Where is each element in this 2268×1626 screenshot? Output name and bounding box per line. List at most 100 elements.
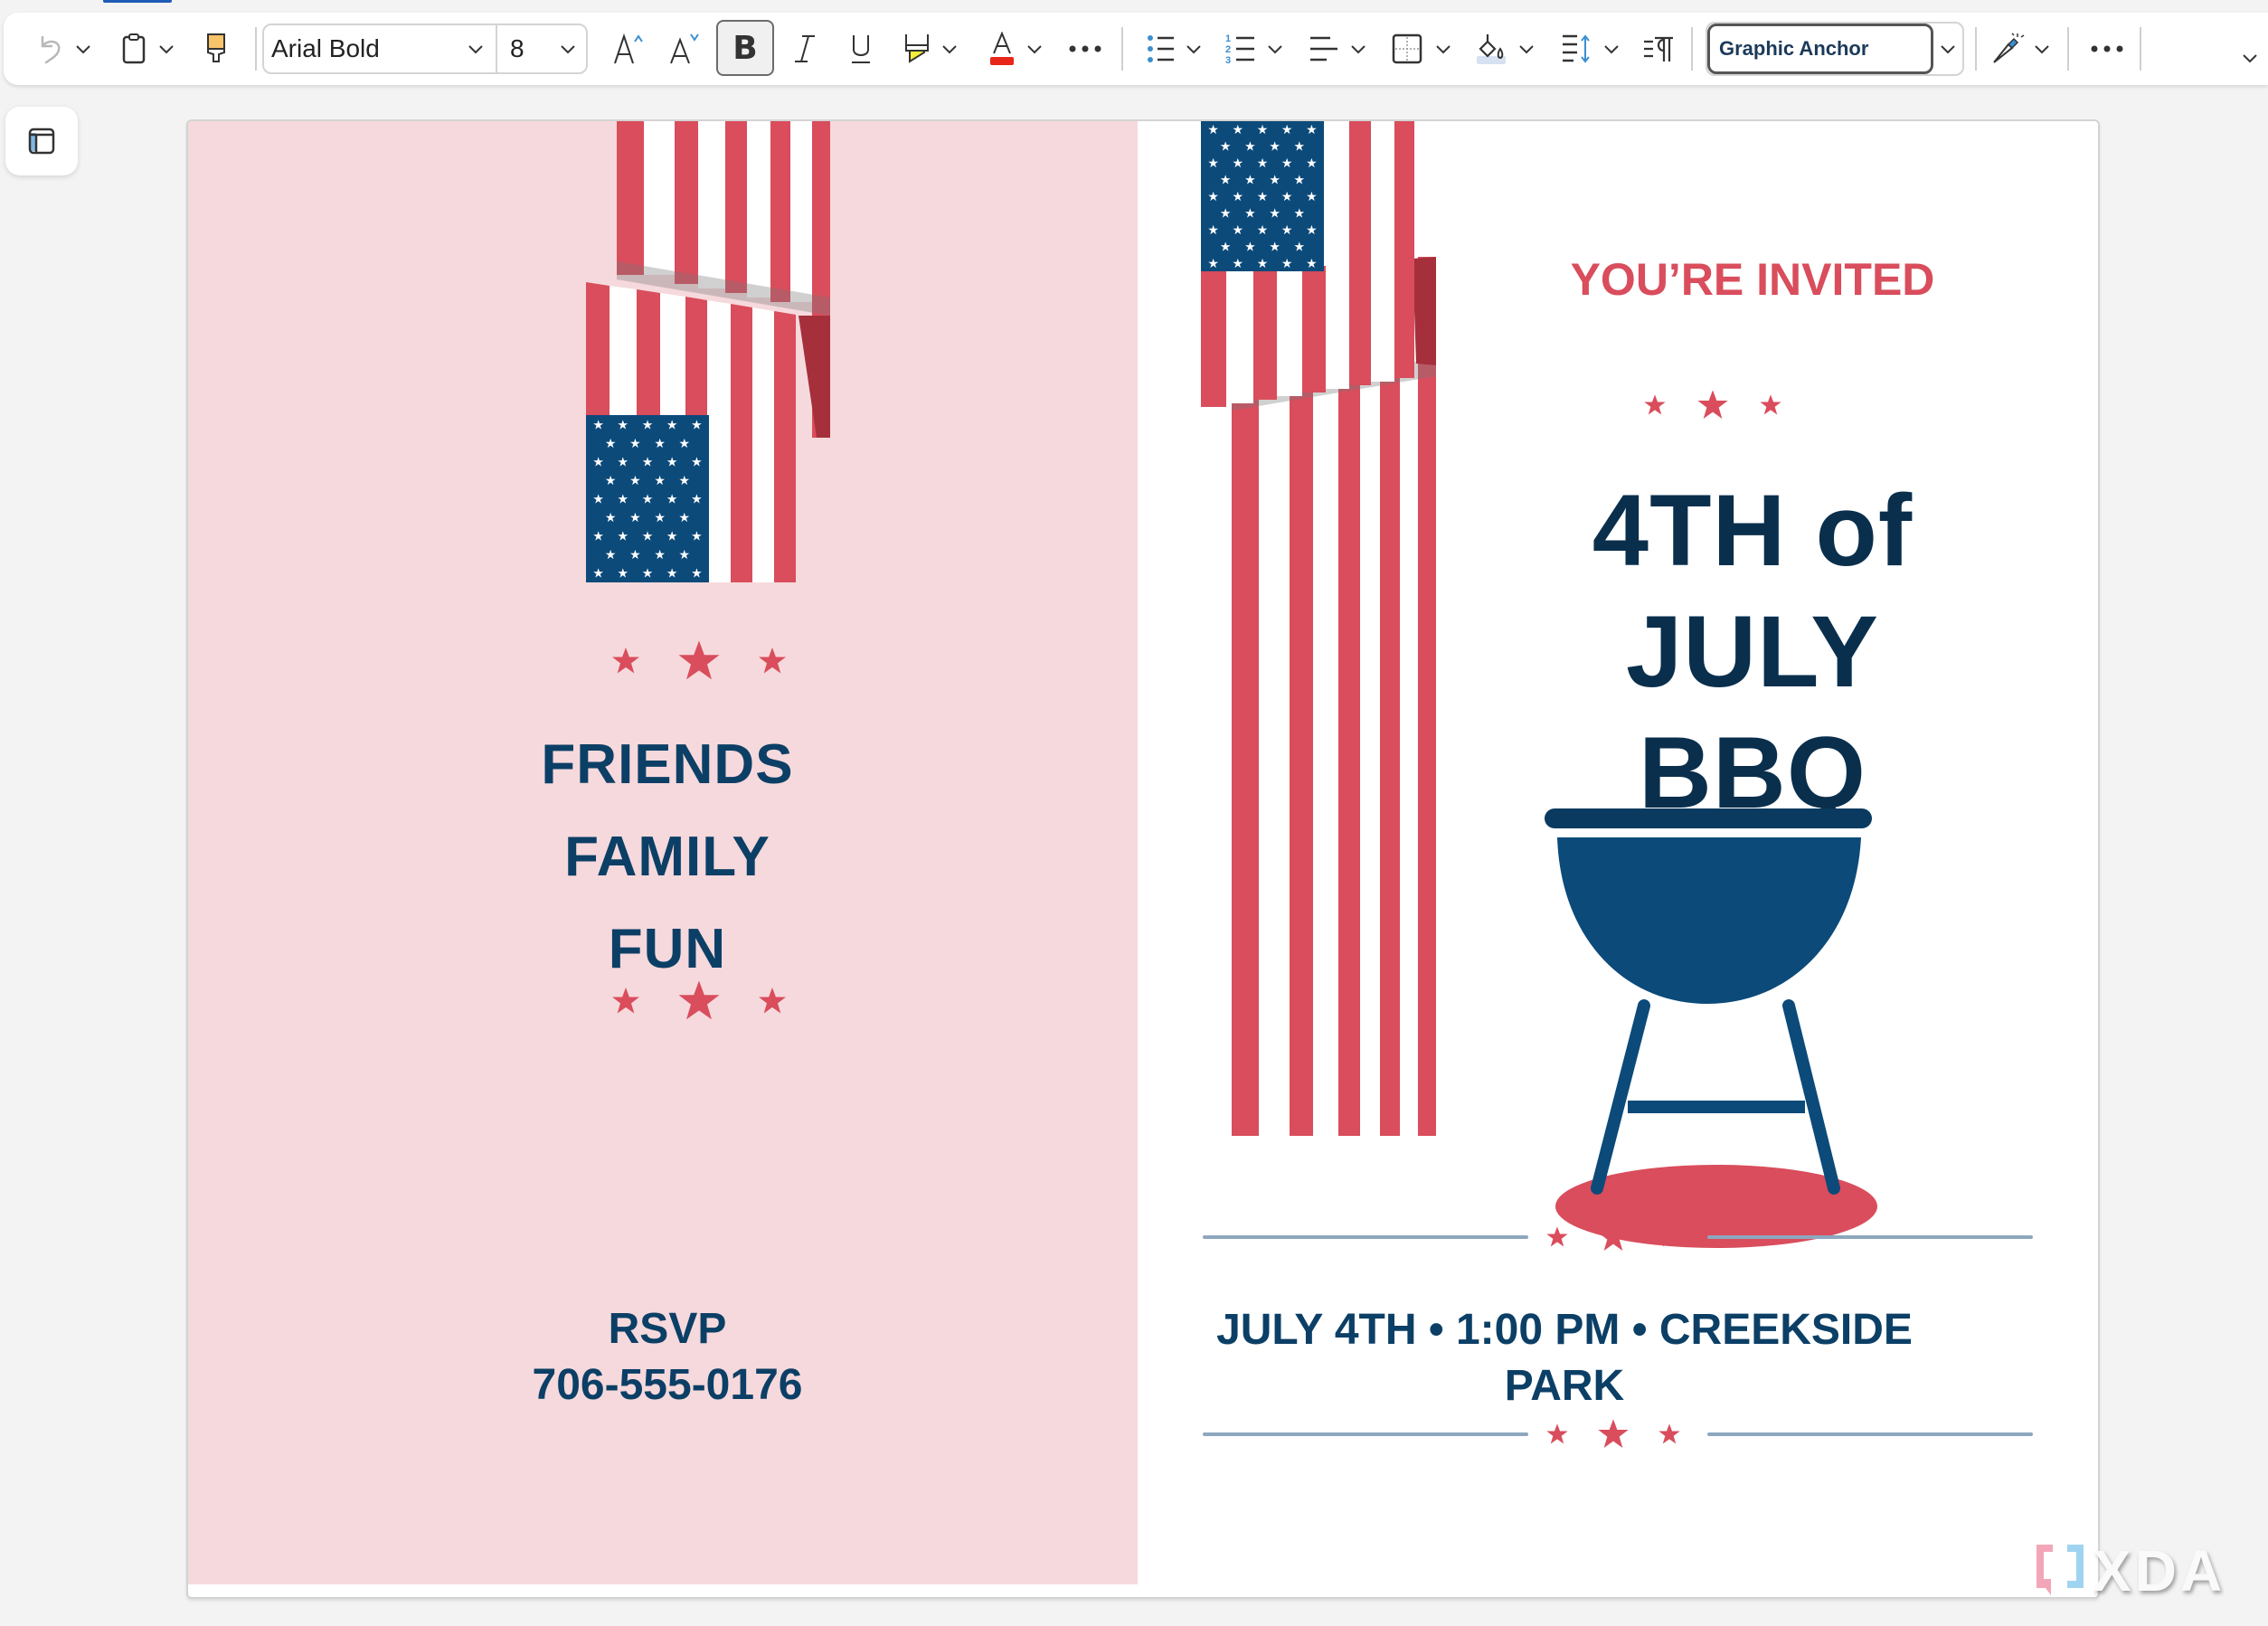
canton-star: ★ <box>592 566 604 581</box>
numbering-button[interactable]: 123 <box>1224 13 1257 85</box>
style-selector[interactable]: Graphic Anchor <box>1706 22 1964 76</box>
style-field[interactable]: Graphic Anchor <box>1707 24 1933 74</box>
separator <box>1691 27 1693 71</box>
canton-star: ★ <box>629 473 641 487</box>
designer-dropdown[interactable] <box>2033 40 2051 58</box>
star-icon <box>1598 1222 1629 1251</box>
numbering-dropdown[interactable] <box>1266 40 1284 58</box>
divider-line <box>1203 1235 1528 1239</box>
more-options-button[interactable] <box>2087 13 2127 85</box>
font-color-icon <box>990 32 1014 65</box>
font-name-dropdown[interactable] <box>467 40 485 58</box>
canton-star: ★ <box>1244 173 1256 187</box>
layout-pane-button[interactable] <box>5 107 78 175</box>
rsvp-phone[interactable]: 706-555-0176 <box>496 1360 839 1410</box>
stars-divider <box>1545 1416 1682 1452</box>
paste-dropdown[interactable] <box>157 40 175 58</box>
line-spacing-dropdown[interactable] <box>1602 40 1621 58</box>
show-paragraph-marks-button[interactable] <box>1640 13 1677 85</box>
canton-star: ★ <box>642 492 654 506</box>
canton-star: ★ <box>1306 256 1318 270</box>
highlight-dropdown[interactable] <box>940 40 959 58</box>
canton-star: ★ <box>592 417 604 431</box>
canton-star: ★ <box>592 492 604 506</box>
undo-dropdown[interactable] <box>74 40 92 58</box>
align-button[interactable] <box>1308 13 1340 85</box>
separator <box>255 27 257 71</box>
canton-star: ★ <box>691 454 703 468</box>
paste-button[interactable] <box>118 13 150 85</box>
stars-divider <box>1642 387 1783 423</box>
canton-star: ★ <box>605 436 617 450</box>
font-color-dropdown[interactable] <box>1025 40 1044 58</box>
underline-button[interactable] <box>843 13 879 85</box>
canton-star: ★ <box>1294 173 1306 187</box>
invite-heading[interactable]: YOU’RE INVITED <box>1472 253 2033 306</box>
canton-star: ★ <box>1207 156 1219 170</box>
separator <box>2067 27 2069 71</box>
shading-button[interactable] <box>1476 13 1508 85</box>
canton-star: ★ <box>592 529 604 544</box>
font-color-button[interactable] <box>986 13 1018 85</box>
star-icon <box>1760 394 1781 415</box>
bold-button[interactable]: B <box>716 20 774 76</box>
designer-button[interactable] <box>1989 13 2026 85</box>
star-icon <box>678 980 720 1020</box>
align-dropdown[interactable] <box>1349 40 1367 58</box>
canton-star: ★ <box>1257 189 1269 203</box>
designer-icon <box>1993 33 2025 63</box>
highlight-button[interactable] <box>899 13 935 85</box>
grill-lid <box>1545 808 1872 828</box>
star-icon <box>1697 390 1728 419</box>
fun-text[interactable]: FUN <box>505 917 830 981</box>
grow-font-button[interactable] <box>608 13 651 85</box>
canton-star: ★ <box>618 417 629 431</box>
document-page[interactable]: ★ ★ ★ ★ ★ ★ ★ ★ ★ ★ ★ ★ ★ ★ ★ ★ ★ ★ ★ ★ ★ ★ ★ ★ ★ ★ ★ ★ ★ ★ ★ ★ ★ ★ ★ ★ ★ ★ ★ ★… <box>186 119 2100 1599</box>
canton-star: ★ <box>642 454 654 468</box>
expand-ribbon-icon[interactable] <box>2241 49 2259 67</box>
family-text[interactable]: FAMILY <box>505 825 830 889</box>
format-painter-button[interactable] <box>203 13 230 85</box>
grill-bowl <box>1557 837 1861 1004</box>
bullets-button[interactable] <box>1145 13 1177 85</box>
italic-icon <box>795 35 815 62</box>
canton-star: ★ <box>1244 205 1256 220</box>
svg-text:2: 2 <box>1225 44 1231 55</box>
bullets-dropdown[interactable] <box>1185 40 1203 58</box>
italic-button[interactable] <box>787 13 823 85</box>
grill-legs <box>1591 999 1840 1195</box>
canton-star: ★ <box>679 436 691 450</box>
bbq-grill-illustration <box>1545 808 1877 1248</box>
event-details-line-1[interactable]: JULY 4TH • 1:00 PM • CREEKSIDE <box>1203 1302 1926 1358</box>
canton-star: ★ <box>1207 222 1219 237</box>
font-size-dropdown[interactable] <box>559 40 577 58</box>
font-selector[interactable]: Arial Bold 8 <box>262 24 588 74</box>
bullets-icon <box>1148 35 1174 62</box>
canton-star: ★ <box>654 436 666 450</box>
rsvp-label[interactable]: RSVP <box>496 1304 839 1354</box>
borders-dropdown[interactable] <box>1434 40 1452 58</box>
line-spacing-button[interactable] <box>1559 13 1595 85</box>
clipboard-icon <box>122 33 146 64</box>
stars-divider <box>610 637 789 685</box>
canton-star: ★ <box>679 510 691 525</box>
canton-star: ★ <box>1281 122 1293 137</box>
shrink-font-button[interactable] <box>664 13 707 85</box>
star-icon <box>1546 1226 1568 1247</box>
font-size-value[interactable]: 8 <box>510 25 524 72</box>
canton-star: ★ <box>1306 122 1318 137</box>
style-dropdown[interactable] <box>1939 40 1957 58</box>
star-icon <box>1546 1423 1568 1444</box>
canton-star: ★ <box>1257 256 1269 270</box>
canton-star: ★ <box>1269 205 1280 220</box>
title-line-1[interactable]: 4TH of <box>1508 470 1997 591</box>
more-font-options-button[interactable] <box>1065 13 1105 85</box>
undo-button[interactable] <box>33 13 69 85</box>
canton-star: ★ <box>618 454 629 468</box>
friends-text[interactable]: FRIENDS <box>505 733 830 797</box>
title-line-2[interactable]: JULY <box>1508 591 1997 713</box>
divider-line <box>1203 1432 1528 1436</box>
shading-dropdown[interactable] <box>1517 40 1536 58</box>
event-details-line-2[interactable]: PARK <box>1203 1358 1926 1414</box>
borders-button[interactable] <box>1391 13 1423 85</box>
